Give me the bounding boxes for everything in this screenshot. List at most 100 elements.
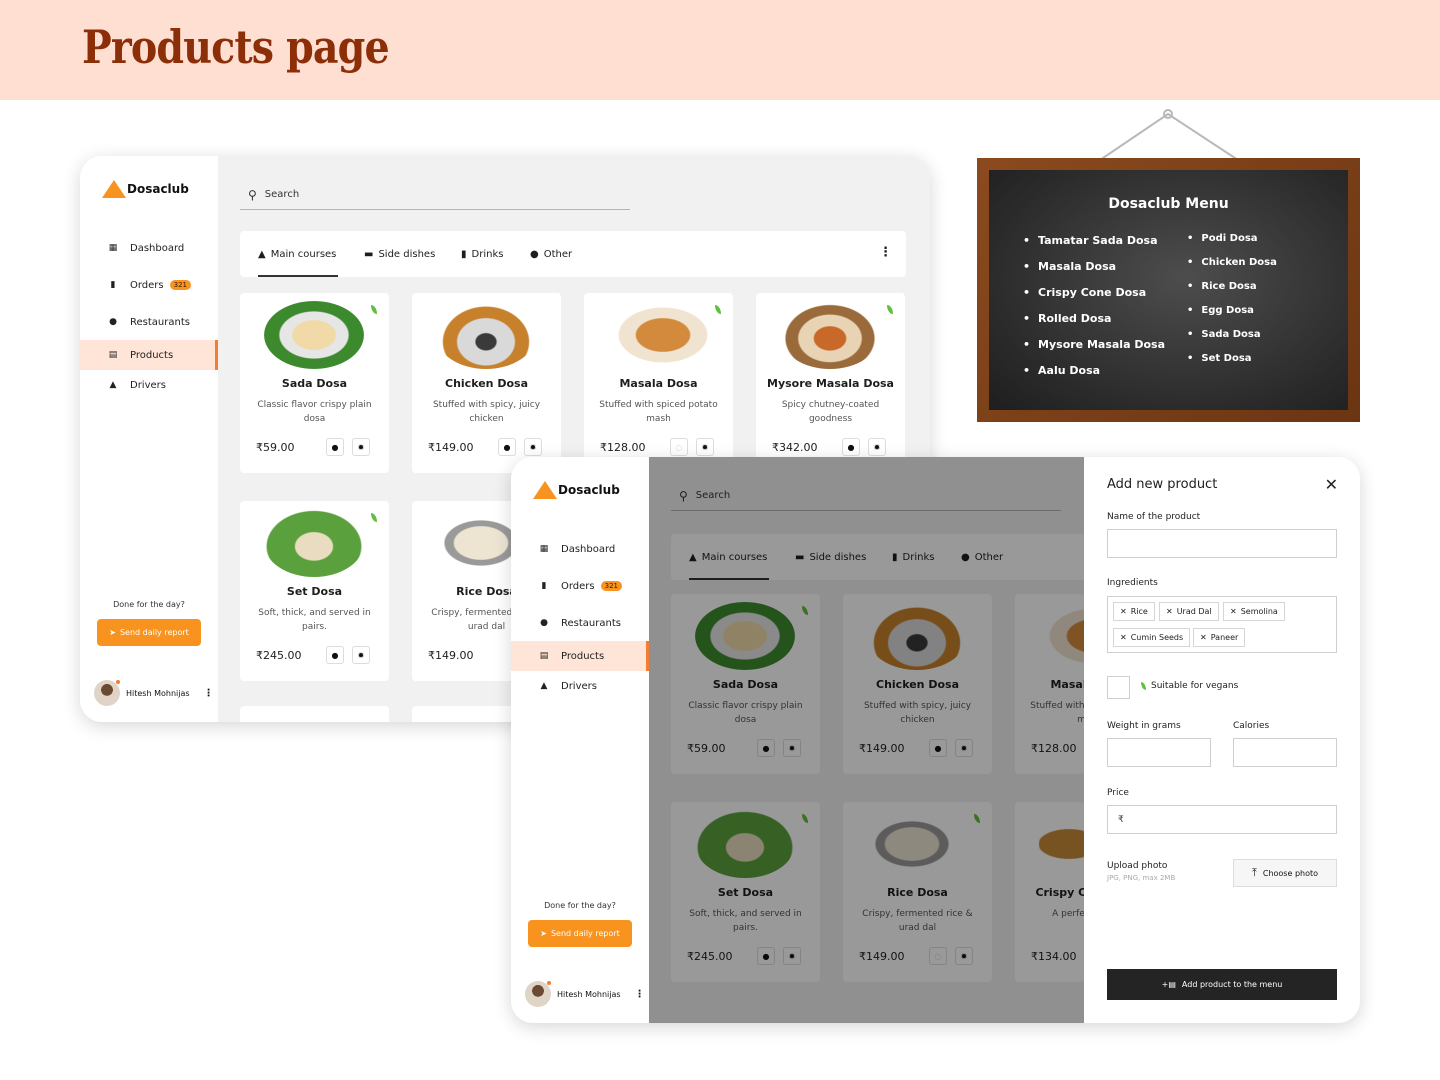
ingredient-chip[interactable]: ✕ Cumin Seeds bbox=[1113, 628, 1191, 647]
grid-icon: ▦ bbox=[539, 543, 549, 554]
product-card-mysore-masala-dosa[interactable]: Mysore Masala Dosa Spicy chutney-coated … bbox=[756, 293, 905, 473]
product-card-masala-dosa[interactable]: Masala Dosa Stuffed with spiced potato m… bbox=[584, 293, 733, 473]
sidebar-item-restaurants[interactable]: ● Restaurants bbox=[511, 608, 649, 638]
vegan-leaf-icon bbox=[715, 305, 721, 314]
product-card-set-dosa[interactable]: Set Dosa Soft, thick, and served in pair… bbox=[240, 501, 389, 681]
name-label: Name of the product bbox=[1107, 512, 1201, 522]
orders-badge: 321 bbox=[600, 581, 623, 591]
user-profile[interactable]: Hitesh Mohnijas ⋮ bbox=[94, 680, 214, 706]
sidebar-item-products[interactable]: ▤ Products bbox=[511, 641, 649, 671]
tab-drinks[interactable]: ▮ Drinks bbox=[461, 231, 503, 277]
eye-icon[interactable]: ● bbox=[326, 646, 344, 664]
product-card-sada-dosa[interactable]: Sada Dosa Classic flavor crispy plain do… bbox=[240, 293, 389, 473]
brand-logo[interactable]: Dosaclub bbox=[102, 180, 189, 198]
plate-icon: ● bbox=[530, 248, 539, 260]
tab-main-courses[interactable]: ▲ Main courses bbox=[258, 231, 339, 277]
calories-label: Calories bbox=[1233, 721, 1270, 731]
eye-icon[interactable]: ● bbox=[842, 438, 860, 456]
board-hanger bbox=[1099, 109, 1239, 161]
gear-icon[interactable]: ✹ bbox=[868, 438, 886, 456]
product-name-input[interactable] bbox=[1107, 529, 1337, 558]
product-name: Set Dosa bbox=[286, 585, 343, 598]
orders-badge: 321 bbox=[169, 280, 192, 290]
board-item: Podi Dosa bbox=[1187, 233, 1257, 244]
upload-hint: JPG, PNG, max 2MB bbox=[1107, 874, 1176, 882]
gear-icon[interactable]: ✹ bbox=[352, 646, 370, 664]
sidebar-item-dashboard[interactable]: ▦ Dashboard bbox=[511, 534, 649, 564]
sidebar-item-orders[interactable]: ▮ Orders 321 bbox=[511, 571, 649, 601]
tab-other[interactable]: ● Other bbox=[530, 231, 572, 277]
remove-icon[interactable]: ✕ bbox=[1120, 607, 1127, 616]
send-report-button[interactable]: ➤ Send daily report bbox=[97, 619, 201, 646]
chip-label: Paneer bbox=[1210, 633, 1239, 642]
location-pin-icon: ● bbox=[540, 617, 548, 628]
ingredients-label: Ingredients bbox=[1107, 578, 1158, 588]
sidebar: Dosaclub ▦ Dashboard ▮ Orders 321 ● Restaura… bbox=[80, 156, 218, 722]
avatar bbox=[525, 981, 551, 1007]
weight-input[interactable] bbox=[1107, 738, 1211, 767]
add-document-icon: +▤ bbox=[1161, 980, 1176, 989]
chip-label: Semolina bbox=[1240, 607, 1278, 616]
ingredient-chip[interactable]: ✕ Paneer bbox=[1193, 628, 1246, 647]
receipt-icon: ▮ bbox=[541, 580, 547, 591]
remove-icon[interactable]: ✕ bbox=[1166, 607, 1173, 616]
remove-icon[interactable]: ✕ bbox=[1120, 633, 1127, 642]
brand-logo[interactable]: Dosaclub bbox=[533, 481, 620, 499]
sidebar-item-products[interactable]: ▤ Products bbox=[80, 340, 218, 370]
ingredient-chip[interactable]: ✕ Rice bbox=[1113, 602, 1155, 621]
search-input[interactable]: ⚲ Search bbox=[240, 180, 630, 210]
product-description: Stuffed with spicy, juicy chicken bbox=[432, 400, 541, 424]
done-for-day-text: Done for the day? bbox=[544, 901, 616, 910]
vegan-checkbox[interactable] bbox=[1107, 676, 1130, 699]
submit-label: Add product to the menu bbox=[1181, 980, 1283, 989]
eye-icon[interactable]: ● bbox=[326, 438, 344, 456]
vegan-label: Suitable for vegans bbox=[1151, 681, 1239, 691]
ingredient-chip[interactable]: ✕ Semolina bbox=[1223, 602, 1285, 621]
vegan-leaf-icon bbox=[371, 305, 377, 314]
sidebar-item-restaurants[interactable]: ● Restaurants bbox=[80, 307, 218, 337]
tab-side-dishes[interactable]: ▬ Side dishes bbox=[364, 231, 435, 277]
more-icon[interactable]: ⋮ bbox=[635, 989, 645, 1000]
sidebar-item-drivers[interactable]: ▲ Drivers bbox=[511, 671, 649, 701]
product-card-chicken-dosa[interactable]: Chicken Dosa Stuffed with spicy, juicy c… bbox=[412, 293, 561, 473]
sidebar-item-dashboard[interactable]: ▦ Dashboard bbox=[80, 233, 218, 263]
send-report-button[interactable]: ➤ Send daily report bbox=[528, 920, 632, 947]
ingredient-chip[interactable]: ✕ Urad Dal bbox=[1159, 602, 1219, 621]
category-tabs: ▲ Main courses ▬ Side dishes ▮ Drinks ● Othe… bbox=[240, 231, 906, 277]
product-card-peek bbox=[240, 706, 389, 722]
main-content-dimmed: ⚲ Search ▲ Main courses ▬ Side dishes ▮ Drin… bbox=[649, 457, 1337, 1023]
eye-off-icon[interactable]: ◌ bbox=[670, 438, 688, 456]
board-title: Dosaclub Menu bbox=[1108, 196, 1229, 212]
gear-icon[interactable]: ✹ bbox=[524, 438, 542, 456]
sidebar-item-drivers[interactable]: ▲ Drivers bbox=[80, 370, 218, 400]
price-input[interactable]: ₹ bbox=[1107, 805, 1337, 834]
board-item: Rolled Dosa bbox=[1023, 312, 1111, 325]
avatar bbox=[94, 680, 120, 706]
upload-icon: ⤒ bbox=[1251, 866, 1257, 879]
gear-icon[interactable]: ✹ bbox=[696, 438, 714, 456]
user-profile[interactable]: Hitesh Mohnijas ⋮ bbox=[525, 981, 645, 1007]
remove-icon[interactable]: ✕ bbox=[1230, 607, 1237, 616]
board-item: Rice Dosa bbox=[1187, 281, 1256, 292]
chalkboard-surface: Dosaclub Menu Tamatar Sada Dosa Masala D… bbox=[989, 170, 1348, 410]
nav-label: Drivers bbox=[561, 680, 597, 692]
more-icon[interactable]: ⋮ bbox=[204, 688, 214, 699]
eye-icon[interactable]: ● bbox=[498, 438, 516, 456]
close-icon[interactable]: ✕ bbox=[1325, 475, 1338, 494]
document-icon: ▤ bbox=[108, 349, 118, 360]
modal-overlay[interactable] bbox=[649, 457, 1084, 1023]
choose-photo-button[interactable]: ⤒ Choose photo bbox=[1233, 859, 1337, 887]
receipt-icon: ▮ bbox=[110, 279, 116, 290]
product-name: Sada Dosa bbox=[281, 377, 348, 390]
calories-input[interactable] bbox=[1233, 738, 1337, 767]
remove-icon[interactable]: ✕ bbox=[1200, 633, 1207, 642]
product-price: ₹149.00 bbox=[428, 441, 474, 454]
sidebar-item-orders[interactable]: ▮ Orders 321 bbox=[80, 270, 218, 300]
add-product-button[interactable]: +▤ Add product to the menu bbox=[1107, 969, 1337, 1000]
gear-icon[interactable]: ✹ bbox=[352, 438, 370, 456]
product-price: ₹245.00 bbox=[256, 649, 302, 662]
more-options-icon[interactable]: ⋮ bbox=[879, 245, 892, 260]
report-label: Send daily report bbox=[550, 929, 620, 938]
product-price: ₹342.00 bbox=[772, 441, 818, 454]
nav-label: Orders bbox=[130, 279, 164, 291]
